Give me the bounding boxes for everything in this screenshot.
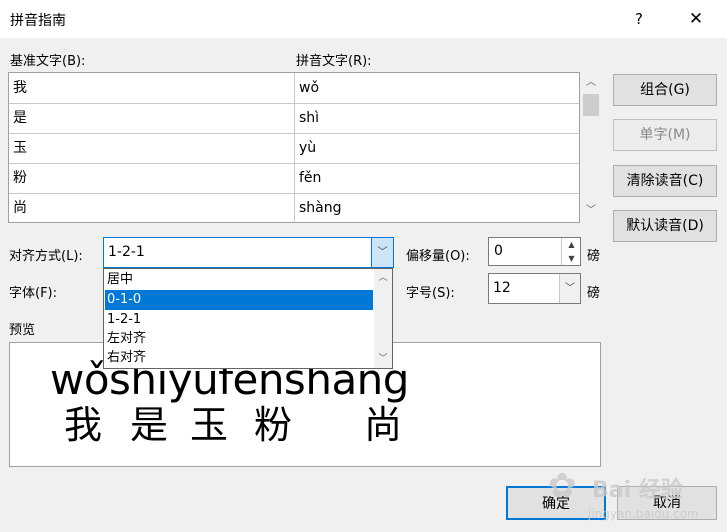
base-text-cell[interactable]: 粉 [9,163,295,193]
title-bar [0,0,727,38]
preview-char: 我 [64,403,103,447]
paw-icon: ✿ [548,466,577,506]
scroll-thumb[interactable] [583,94,599,116]
table-row: 是 shì [9,103,579,134]
base-text-cell[interactable]: 尚 [9,193,295,223]
alignment-select[interactable]: 1-2-1 ﹀ [103,237,394,268]
alignment-option-selected[interactable]: 0-1-0 [105,290,373,310]
pinyin-text-cell[interactable]: shì [296,103,579,133]
scroll-down-icon[interactable]: ﹀ [374,351,392,367]
spin-up-icon[interactable]: ▲ [562,238,581,251]
chevron-down-icon[interactable]: ﹀ [559,274,580,303]
alignment-value: 1-2-1 [108,244,145,260]
pinyin-text-cell[interactable]: shàng [296,193,579,223]
pinyin-text-cell[interactable]: fěn [296,163,579,193]
table-row: 粉 fěn [9,163,579,194]
table-row: 玉 yù [9,133,579,164]
size-unit: 磅 [587,286,601,301]
default-reading-button[interactable]: 默认读音(D) [613,210,717,242]
font-label: 字体(F): [9,286,58,301]
size-label: 字号(S): [406,286,455,301]
offset-label: 偏移量(O): [406,249,470,264]
base-text-cell[interactable]: 玉 [9,133,295,163]
scroll-up-icon[interactable]: ︿ [580,74,602,92]
scroll-down-icon[interactable]: ﹀ [580,202,602,220]
pinyin-text-cell[interactable]: wǒ [296,73,579,103]
pinyin-text-label: 拼音文字(R): [296,54,372,69]
offset-stepper[interactable]: 0 ▲ ▼ [488,237,581,266]
close-button[interactable]: ✕ [678,6,714,32]
alignment-dropdown-list: 居中 0-1-0 1-2-1 左对齐 右对齐 ︿ ﹀ [103,268,393,369]
size-select[interactable]: 12 ﹀ [488,273,581,304]
watermark-text: Bai 经验 [592,478,683,503]
table-row: 我 wǒ [9,73,579,104]
alignment-label: 对齐方式(L): [9,249,83,264]
base-text-cell[interactable]: 我 [9,73,295,103]
preview-char: 尚 [364,403,403,447]
base-text-cell[interactable]: 是 [9,103,295,133]
offset-spin: ▲ ▼ [561,238,580,265]
watermark-url: jingyan.baidu.com [588,507,699,521]
preview-label: 预览 [9,323,36,338]
offset-unit: 磅 [587,249,601,264]
single-char-button[interactable]: 单字(M) [613,119,717,151]
clear-reading-button[interactable]: 清除读音(C) [613,165,717,197]
table-row: 尚 shàng [9,193,579,223]
base-text-label: 基准文字(B): [10,54,86,69]
preview-char: 玉 [190,403,229,447]
alignment-option[interactable]: 1-2-1 [105,310,373,330]
dropdown-scrollbar[interactable]: ︿ ﹀ [374,269,392,368]
pinyin-grid: 我 wǒ 是 shì 玉 yù 粉 fěn 尚 shàng [8,72,580,223]
spin-down-icon[interactable]: ▼ [562,252,581,265]
preview-char: 粉 [254,403,293,447]
alignment-option[interactable]: 右对齐 [105,348,373,368]
grid-scrollbar[interactable]: ︿ ﹀ [580,72,602,223]
pinyin-text-cell[interactable]: yù [296,133,579,163]
chevron-down-icon[interactable]: ﹀ [371,238,393,267]
size-value: 12 [493,280,511,296]
scroll-up-icon[interactable]: ︿ [374,270,392,286]
alignment-option[interactable]: 左对齐 [105,329,373,349]
alignment-option[interactable]: 居中 [105,270,373,290]
help-button[interactable]: ? [622,6,656,32]
dialog-title: 拼音指南 [10,13,66,29]
watermark: ✿ Bai 经验 jingyan.baidu.com [548,452,727,532]
preview-char: 是 [130,403,169,447]
combine-button[interactable]: 组合(G) [613,74,717,106]
offset-value: 0 [494,243,503,259]
